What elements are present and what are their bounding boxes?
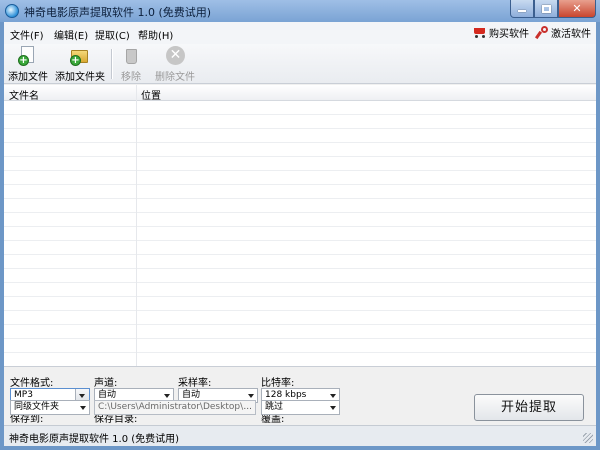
trash-icon <box>121 46 141 66</box>
chevron-down-icon <box>164 394 170 398</box>
browse-button[interactable]: ... <box>243 401 252 414</box>
add-file-icon: + <box>18 46 38 66</box>
samplerate-value: 自动 <box>182 390 201 400</box>
menu-extract[interactable]: 提取(C) <box>95 27 130 42</box>
resize-grip-icon[interactable] <box>583 433 593 443</box>
app-window: 神奇电影原声提取软件 1.0 (免费试用) ✕ 文件(F) 编辑(E) 提取(C… <box>0 0 600 450</box>
buy-software-label: 购买软件 <box>489 29 529 40</box>
window-title: 神奇电影原声提取软件 1.0 (免费试用) <box>24 6 212 19</box>
delete-x-icon: ✕ <box>165 46 185 66</box>
toolbar-separator <box>111 49 112 79</box>
toolbar: + 添加文件 + 添加文件夹 移除 ✕ 删除文件 <box>4 44 596 84</box>
chevron-down-icon <box>79 394 85 398</box>
saveto-value: 同级文件夹 <box>14 402 60 412</box>
maximize-button[interactable] <box>534 0 558 18</box>
menu-bar: 文件(F) 编辑(E) 提取(C) 帮助(H) 购买软件 激活软件 <box>4 22 596 44</box>
list-rows <box>4 101 596 366</box>
start-extract-button[interactable]: 开始提取 <box>474 394 584 421</box>
add-folder-button[interactable]: + 添加文件夹 <box>55 46 105 83</box>
chevron-down-icon <box>248 394 254 398</box>
key-icon <box>534 26 548 40</box>
settings-panel: 文件格式: MP3 声道: 自动 采样率: 自动 比特率: 128 kbps 保… <box>4 368 596 425</box>
delete-file-label: 删除文件 <box>155 72 195 83</box>
remove-label: 移除 <box>121 72 141 83</box>
remove-button[interactable]: 移除 <box>121 46 141 83</box>
maximize-icon <box>541 4 551 13</box>
menu-help[interactable]: 帮助(H) <box>138 27 173 42</box>
add-file-button[interactable]: + 添加文件 <box>8 46 48 83</box>
column-divider[interactable] <box>136 85 137 366</box>
chevron-down-icon <box>330 394 336 398</box>
channel-value: 自动 <box>98 390 117 400</box>
channel-label: 声道: <box>94 378 118 389</box>
add-file-label: 添加文件 <box>8 72 48 83</box>
shopping-cart-icon <box>472 26 486 39</box>
add-folder-icon: + <box>70 46 90 66</box>
status-text: 神奇电影原声提取软件 1.0 (免费试用) <box>9 434 180 445</box>
bitrate-value: 128 kbps <box>265 390 307 400</box>
app-icon <box>5 4 19 18</box>
column-header-filename[interactable]: 文件名 <box>9 87 39 102</box>
chevron-down-icon <box>80 406 86 410</box>
format-label: 文件格式: <box>10 378 54 389</box>
close-icon: ✕ <box>572 2 582 15</box>
list-header: 文件名 位置 <box>4 85 596 102</box>
samplerate-label: 采样率: <box>178 378 212 389</box>
activate-software-link[interactable]: 激活软件 <box>534 25 591 40</box>
overwrite-select[interactable]: 跳过 <box>261 400 340 415</box>
menu-file[interactable]: 文件(F) <box>10 27 44 42</box>
minimize-icon <box>518 10 526 12</box>
column-header-location[interactable]: 位置 <box>141 87 161 102</box>
delete-file-button[interactable]: ✕ 删除文件 <box>155 46 195 83</box>
savedir-input[interactable]: C:\Users\Administrator\Desktop\ ... <box>94 400 256 415</box>
savedir-value: C:\Users\Administrator\Desktop\ <box>98 402 244 412</box>
saveto-select[interactable]: 同级文件夹 <box>10 400 90 415</box>
overwrite-value: 跳过 <box>265 402 284 412</box>
minimize-button[interactable] <box>510 0 534 18</box>
menu-edit[interactable]: 编辑(E) <box>54 27 88 42</box>
title-bar[interactable]: 神奇电影原声提取软件 1.0 (免费试用) ✕ <box>0 0 600 22</box>
status-bar: 神奇电影原声提取软件 1.0 (免费试用) <box>4 425 596 446</box>
buy-software-link[interactable]: 购买软件 <box>472 25 529 40</box>
file-list[interactable]: 文件名 位置 <box>4 85 596 367</box>
bitrate-label: 比特率: <box>261 378 295 389</box>
activate-software-label: 激活软件 <box>551 29 591 40</box>
chevron-down-icon <box>330 406 336 410</box>
client-area: 文件(F) 编辑(E) 提取(C) 帮助(H) 购买软件 激活软件 + 添加文件… <box>4 22 596 446</box>
add-folder-label: 添加文件夹 <box>55 72 105 83</box>
close-button[interactable]: ✕ <box>558 0 596 18</box>
format-value: MP3 <box>14 390 33 400</box>
